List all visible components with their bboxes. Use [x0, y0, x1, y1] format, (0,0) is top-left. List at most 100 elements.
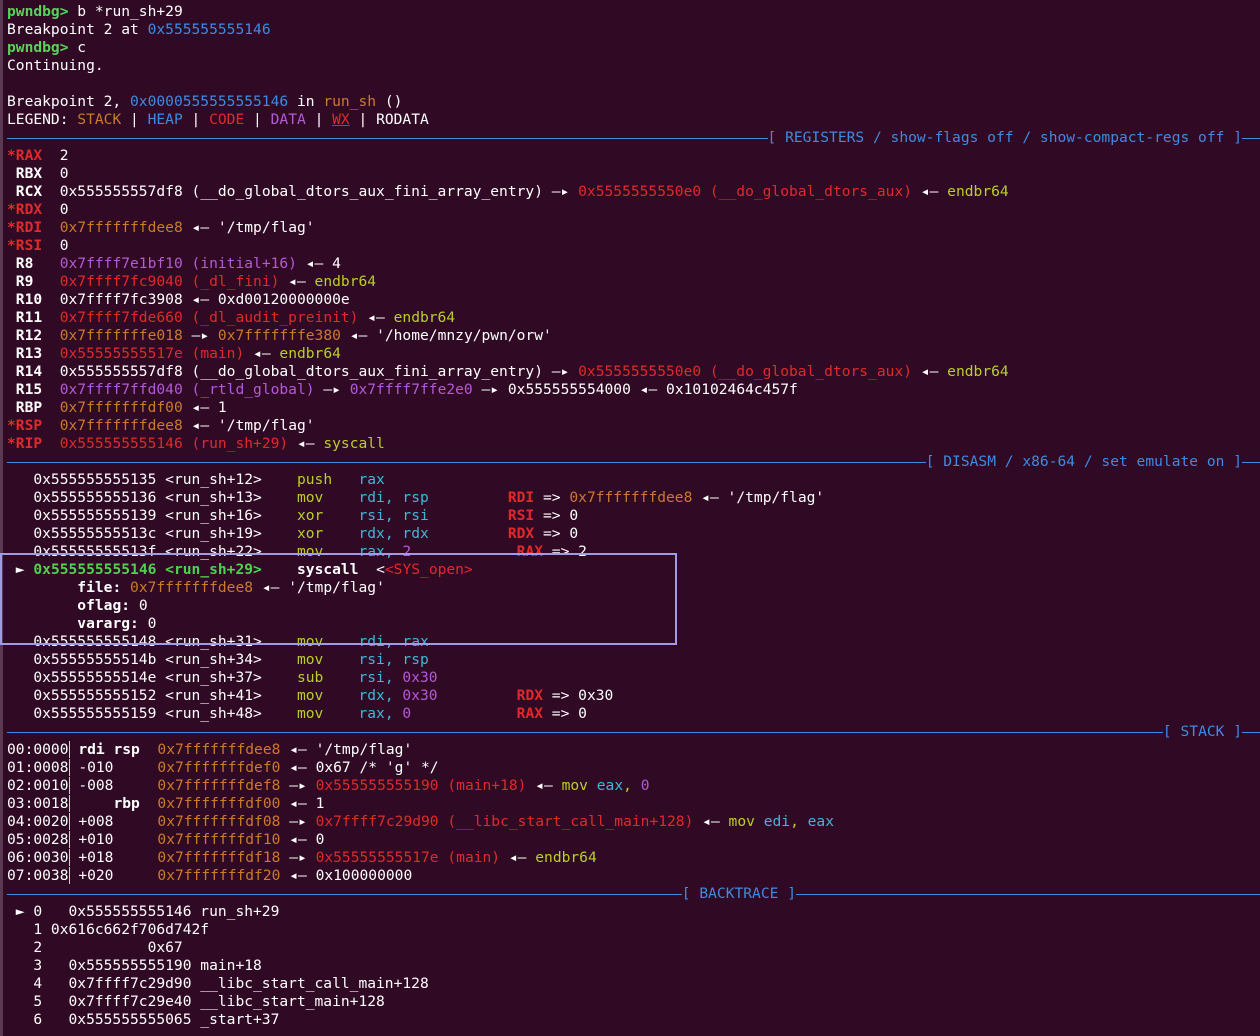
left-arrow-icon: ◂— — [279, 273, 315, 290]
disasm-line: 0x555555555136 <run_sh+13> mov rdi, rsp … — [7, 489, 1260, 507]
reg-name: R13 — [7, 345, 43, 362]
emu-reg: RAX — [516, 705, 544, 722]
stack-address: 0x7fffffffdf08 — [157, 813, 281, 830]
command: c — [68, 39, 87, 56]
insn-mnemonic: xor — [296, 525, 324, 542]
stack-value: 0 — [315, 831, 325, 848]
emu-eq: => — [534, 525, 570, 542]
insn-operands: rsi, rsi — [358, 507, 429, 524]
left-arrow-icon: ◂— — [280, 867, 316, 884]
stack-offset: +008 — [78, 813, 114, 830]
insn-address: 0x555555555159 <run_sh+48> — [33, 705, 262, 722]
reg-name: RBP — [7, 399, 43, 416]
stack-row: 04:0020 +008 0x7fffffffdf08 —▸ 0x7ffff7c… — [7, 813, 1260, 831]
insn-operands: rdi, rsp — [358, 489, 429, 506]
disasm-line: 0x555555555148 <run_sh+31> mov rdi, rax — [7, 633, 1260, 651]
bp-hit-address: 0x0000555555555146 — [130, 93, 289, 110]
emu-reg: RSI — [507, 507, 535, 524]
emu-value: 0 — [569, 507, 579, 524]
backtrace-frame: 5 0x7ffff7c29e40 __libc_start_main+128 — [7, 993, 385, 1010]
insn-mnemonic: push — [296, 471, 333, 488]
emu-eq: => — [543, 705, 579, 722]
register-r14: R14 0x555555557df8 (__do_global_dtors_au… — [7, 363, 1260, 381]
reg-name: *RDI — [7, 219, 43, 236]
backtrace-title: [ BACKTRACE ] — [681, 885, 796, 902]
stack-row: 07:0038 +020 0x7fffffffdf20 ◂— 0x1000000… — [7, 867, 1260, 885]
register-r9: R9 0x7ffff7fc9040 (_dl_fini) ◂— endbr64 — [7, 273, 1260, 291]
register-rax: *RAX 2 — [7, 147, 1260, 165]
bp-function: run_sh — [323, 93, 377, 110]
disasm-line: 0x555555555135 <run_sh+12> push rax — [7, 471, 1260, 489]
syscall-arg-file: file: 0x7fffffffdee8 ◂— '/tmp/flag' — [7, 579, 1260, 597]
arg-address: 0x7fffffffdee8 — [130, 579, 254, 596]
stack-index: 02:0010 — [7, 777, 69, 794]
insn-address: 0x555555555136 <run_sh+13> — [33, 489, 262, 506]
left-arrow-icon: ◂— — [182, 291, 218, 308]
left-arrow-icon: ◂— — [280, 795, 316, 812]
reg-name: *RSI — [7, 237, 43, 254]
backtrace-frame: 3 0x555555555190 main+18 — [7, 957, 262, 974]
insn-immediate: 0x30 — [402, 687, 438, 704]
insn-immediate: 0 — [402, 705, 412, 722]
reg-name: RCX — [7, 183, 43, 200]
left-arrow-icon: ◂— — [182, 219, 218, 236]
legend-sep: | — [121, 111, 148, 128]
left-arrow-icon: ◂— — [182, 399, 218, 416]
stack-insn-imm: 0 — [640, 777, 650, 794]
insn-mnemonic: xor — [296, 507, 324, 524]
disasm-section-header: [ DISASM / x86-64 / set emulate on ] — [7, 453, 1260, 471]
reg-value: 0x7ffff7e1bf10 (initial+16) — [59, 255, 297, 272]
left-arrow-icon: ◂— — [280, 831, 316, 848]
reg-deref: 0x5555555550e0 (__do_global_dtors_aux) — [578, 363, 913, 380]
reg-deref: 0x7ffff7ffe2e0 — [349, 381, 473, 398]
emu-reg: RDX — [516, 687, 544, 704]
insn-address: 0x555555555139 <run_sh+16> — [33, 507, 262, 524]
arrow-icon: —▸ — [542, 183, 579, 200]
arrow-icon: —▸ — [280, 777, 316, 794]
emu-string: '/tmp/flag' — [727, 489, 825, 506]
left-arrow-icon: ◂— — [526, 777, 562, 794]
disasm-title: [ DISASM / x86-64 / set emulate on ] — [925, 453, 1242, 470]
legend-sep: | — [244, 111, 271, 128]
stack-row: 05:0028 +010 0x7fffffffdf10 ◂— 0 — [7, 831, 1260, 849]
left-arrow-icon: ◂— — [912, 183, 948, 200]
reg-value: 0x7fffffffe018 — [59, 327, 183, 344]
left-arrow-icon: ◂— — [182, 417, 218, 434]
continuing-line: Continuing. — [7, 57, 104, 74]
insn-address: 0x555555555148 <run_sh+31> — [33, 633, 262, 650]
register-rip: *RIP 0x555555555146 (run_sh+29) ◂— sysca… — [7, 435, 1260, 453]
legend-data: DATA — [270, 111, 306, 128]
reg-name: *RDX — [7, 201, 43, 218]
insn-mnemonic: mov — [296, 543, 324, 560]
register-r15: R15 0x7ffff7ffd040 (_rtld_global) —▸ 0x7… — [7, 381, 1260, 399]
legend-code: CODE — [209, 111, 245, 128]
insn-mnemonic: mov — [296, 705, 324, 722]
bp-address: 0x555555555146 — [147, 21, 271, 38]
arg-label: oflag: — [77, 597, 131, 614]
reg-string: '/tmp/flag' — [217, 219, 315, 236]
left-arrow-icon: ◂— — [288, 435, 324, 452]
stack-address: 0x7fffffffdf00 — [157, 795, 281, 812]
register-rdx: *RDX 0 — [7, 201, 1260, 219]
stack-insn: mov — [728, 813, 764, 830]
terminal-output: pwndbg> b *run_sh+29 Breakpoint 2 at 0x5… — [7, 3, 1260, 1029]
insn-immediate: 0x30 — [402, 669, 438, 686]
bp-tail: () — [376, 93, 403, 110]
stack-row: 03:0018 rbp 0x7fffffffdf00 ◂— 1 — [7, 795, 1260, 813]
reg-name: R10 — [7, 291, 43, 308]
syscall-arg-oflag: oflag: 0 — [7, 597, 1260, 615]
register-r13: R13 0x55555555517e (main) ◂— endbr64 — [7, 345, 1260, 363]
left-arrow-icon: ◂— — [253, 579, 289, 596]
reg-value: 0x555555557df8 (__do_global_dtors_aux_fi… — [59, 363, 543, 380]
stack-title: [ STACK ] — [1162, 723, 1242, 740]
prompt: pwndbg> — [7, 39, 69, 56]
stack-address: 0x7fffffffdf18 — [157, 849, 281, 866]
left-arrow-icon: ◂— — [296, 255, 333, 272]
reg-name: R14 — [7, 363, 43, 380]
reg-instr: syscall — [323, 435, 385, 452]
stack-target: 0x55555555517e (main) — [315, 849, 501, 866]
reg-value: 0x55555555517e (main) — [59, 345, 245, 362]
reg-name: R12 — [7, 327, 43, 344]
emu-value: 2 — [578, 543, 587, 560]
stack-address: 0x7fffffffdf10 — [157, 831, 281, 848]
